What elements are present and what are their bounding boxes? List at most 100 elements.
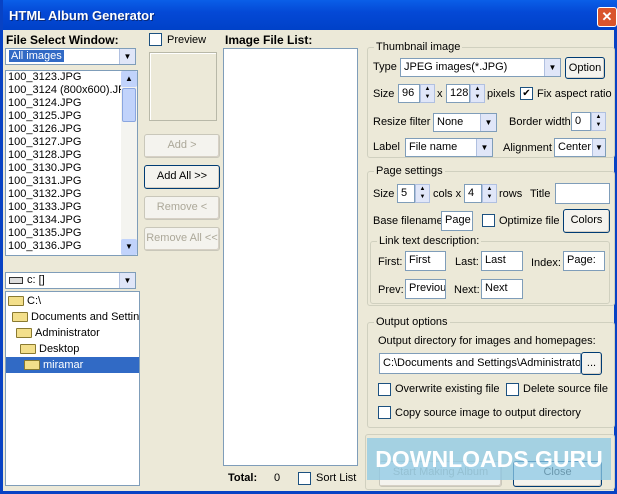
link-text-title: Link text description: (377, 235, 482, 247)
height-spinner[interactable]: ▲ ▼ (470, 84, 485, 103)
file-list-item[interactable]: 100_3134.JPG (6, 214, 137, 227)
file-list-item[interactable]: 100_3132.JPG (6, 188, 137, 201)
file-list-item[interactable]: 100_3136.JPG (6, 240, 137, 253)
prev-input[interactable]: Previou (405, 279, 446, 299)
file-list-item[interactable]: 100_3128.JPG (6, 149, 137, 162)
remove-all-button[interactable]: Remove All << (144, 227, 220, 251)
chevron-down-icon[interactable]: ▼ (119, 273, 135, 288)
thumb-height-input[interactable]: 128 (446, 84, 470, 103)
chevron-down-icon[interactable]: ▼ (476, 139, 492, 156)
label-label: Label (373, 141, 400, 153)
alignment-combo[interactable]: Center ▼ (554, 138, 606, 157)
window-title: HTML Album Generator (9, 8, 155, 23)
scroll-thumb[interactable] (122, 88, 136, 122)
add-all-button[interactable]: Add All >> (144, 165, 220, 189)
file-list-scrollbar[interactable]: ▲ ▼ (121, 71, 137, 255)
file-list-item[interactable]: 100_3135.JPG (6, 227, 137, 240)
rows-label: rows (499, 188, 523, 200)
file-list[interactable]: 100_3123.JPG 100_3124 (800x600).JPG 100_31… (5, 70, 138, 256)
title-label: Title (530, 188, 551, 200)
file-list-item[interactable]: 100_3124 (800x600).JPG (6, 84, 137, 97)
sort-list-checkbox[interactable] (298, 472, 311, 485)
fix-aspect-label: Fix aspect ratio (537, 88, 612, 100)
pixels-label: pixels (487, 88, 516, 100)
cols-label: cols x (433, 188, 462, 200)
file-list-item[interactable]: 100_3125.JPG (6, 110, 137, 123)
size-label: Size (373, 88, 395, 100)
page-size-label: Size (373, 188, 395, 200)
border-spinner[interactable]: ▲ ▼ (591, 112, 606, 131)
copy-source-label: Copy source image to output directory (395, 407, 581, 419)
preview-label: Preview (167, 34, 207, 46)
copy-source-checkbox[interactable] (378, 406, 391, 419)
title-input[interactable] (555, 183, 610, 204)
index-input[interactable]: Page: (563, 251, 605, 271)
type-value: JPEG images(*.JPG) (404, 61, 508, 73)
resize-filter-label: Resize filter (373, 116, 431, 128)
title-bar: HTML Album Generator ✕ (3, 0, 617, 30)
overwrite-label: Overwrite existing file (395, 383, 500, 395)
rows-spinner[interactable]: ▲ ▼ (482, 184, 497, 203)
fix-aspect-checkbox[interactable]: ✔ (520, 87, 533, 100)
cols-input[interactable]: 5 (397, 184, 415, 203)
file-list-item[interactable]: 100_3133.JPG (6, 201, 137, 214)
file-list-item[interactable]: 100_3126.JPG (6, 123, 137, 136)
chevron-down-icon[interactable]: ▼ (480, 114, 496, 131)
filter-combo[interactable]: All images ▼ (5, 48, 136, 65)
rows-input[interactable]: 4 (464, 184, 482, 203)
chevron-down-icon[interactable]: ▼ (544, 59, 560, 76)
next-label: Next: (454, 284, 480, 296)
page-settings-title: Page settings (374, 165, 445, 177)
sort-list-label: Sort List (316, 472, 357, 484)
file-list-item[interactable]: 100_3123.JPG (6, 71, 137, 84)
thumb-width-input[interactable]: 96 (398, 84, 420, 103)
label-combo[interactable]: File name ▼ (405, 138, 493, 157)
total-label: Total: (228, 472, 258, 484)
total-value: 0 (274, 472, 281, 484)
first-input[interactable]: First (405, 251, 446, 271)
next-input[interactable]: Next (481, 279, 523, 299)
add-button[interactable]: Add > (144, 134, 220, 158)
close-window-button[interactable]: ✕ (597, 7, 617, 27)
resize-filter-combo[interactable]: None ▼ (433, 113, 497, 132)
tree-item[interactable]: Desktop (6, 341, 139, 357)
border-width-input[interactable]: 0 (571, 112, 591, 131)
file-list-item[interactable]: 100_3131.JPG (6, 175, 137, 188)
alignment-label: Alignment (503, 142, 552, 154)
chevron-down-icon[interactable]: ▼ (119, 49, 135, 64)
type-combo[interactable]: JPEG images(*.JPG) ▼ (400, 58, 561, 77)
last-input[interactable]: Last (481, 251, 523, 271)
remove-button[interactable]: Remove < (144, 196, 220, 220)
base-filename-label: Base filename (373, 215, 443, 227)
optimize-file-checkbox[interactable] (482, 214, 495, 227)
base-filename-input[interactable]: Page (441, 211, 473, 231)
overwrite-checkbox[interactable] (378, 383, 391, 396)
file-list-item[interactable]: 100_3127.JPG (6, 136, 137, 149)
image-file-list[interactable] (223, 48, 358, 466)
tree-item[interactable]: Documents and Settings (6, 309, 139, 325)
output-dir-input[interactable]: C:\Documents and Settings\Administrator (379, 353, 581, 374)
option-button[interactable]: Option (565, 57, 605, 79)
file-select-label: File Select Window: (6, 33, 119, 47)
delete-source-label: Delete source file (523, 383, 608, 395)
drive-combo[interactable]: c: [] ▼ (5, 272, 136, 289)
tree-item[interactable]: C:\ (6, 293, 139, 309)
scroll-down-icon[interactable]: ▼ (121, 239, 137, 255)
width-spinner[interactable]: ▲ ▼ (420, 84, 435, 103)
delete-source-checkbox[interactable] (506, 383, 519, 396)
last-label: Last: (455, 256, 479, 268)
tree-item[interactable]: Administrator (6, 325, 139, 341)
chevron-down-icon[interactable]: ▼ (592, 139, 605, 156)
cols-spinner[interactable]: ▲ ▼ (415, 184, 430, 203)
browse-button[interactable]: ... (581, 352, 602, 375)
colors-button[interactable]: Colors (563, 209, 610, 233)
label-value: File name (409, 141, 458, 153)
file-list-item[interactable]: 100_3130.JPG (6, 162, 137, 175)
file-list-item[interactable]: 100_3124.JPG (6, 97, 137, 110)
index-label: Index: (531, 257, 561, 269)
preview-checkbox[interactable] (149, 33, 162, 46)
thumbnail-group-title: Thumbnail image (374, 41, 463, 53)
folder-tree[interactable]: C:\ Documents and Settings Administrator… (5, 291, 140, 486)
scroll-up-icon[interactable]: ▲ (121, 71, 137, 87)
tree-item-selected[interactable]: miramar (6, 357, 139, 373)
